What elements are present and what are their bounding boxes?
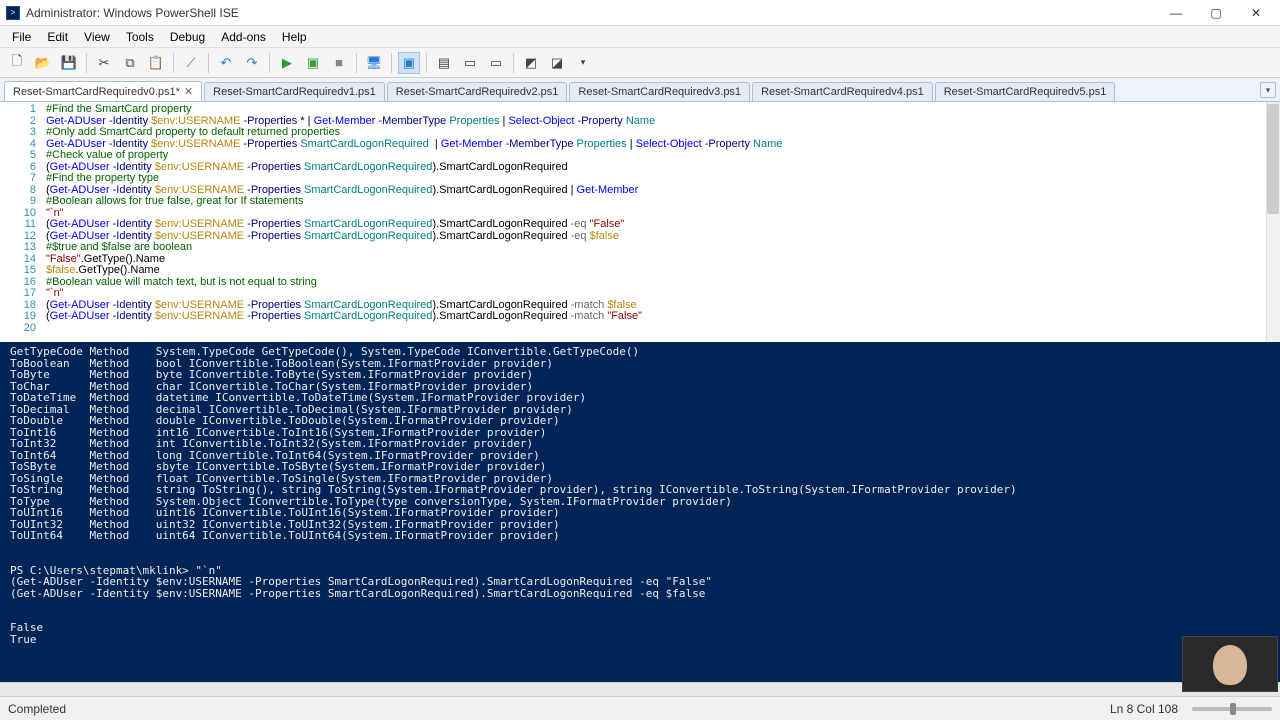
layout-both-icon[interactable]: ▤ — [433, 52, 455, 74]
layout-top-icon[interactable]: ▭ — [459, 52, 481, 74]
scrollbar-thumb[interactable] — [1267, 104, 1279, 214]
menu-debug[interactable]: Debug — [162, 28, 213, 46]
status-text: Completed — [8, 702, 66, 716]
copy-icon[interactable]: ⧉ — [119, 52, 141, 74]
tab-label: Reset-SmartCardRequiredv5.ps1 — [944, 86, 1107, 98]
tab-strip: Reset-SmartCardRequiredv0.ps1* ✕ Reset-Sm… — [0, 78, 1280, 102]
redo-icon[interactable]: ↷ — [241, 52, 263, 74]
command-addon-icon[interactable]: ◩ — [520, 52, 542, 74]
menu-tools[interactable]: Tools — [118, 28, 162, 46]
toolbar: 🗋 📂 💾 ✂ ⧉ 📋 ⟋ ↶ ↷ ▶ ▣ ■ 🖥 ▣ ▤ ▭ ▭ ◩ ◪ ▾ — [0, 48, 1280, 78]
open-icon[interactable]: 📂 — [32, 52, 54, 74]
undo-icon[interactable]: ↶ — [215, 52, 237, 74]
tab-expand-icon[interactable]: ▾ — [1260, 82, 1276, 98]
show-command-icon[interactable]: ◪ — [546, 52, 568, 74]
tab-v0[interactable]: Reset-SmartCardRequiredv0.ps1* ✕ — [4, 81, 202, 101]
tab-v3[interactable]: Reset-SmartCardRequiredv3.ps1 — [569, 82, 750, 101]
close-button[interactable]: ✕ — [1246, 6, 1266, 20]
run-icon[interactable]: ▶ — [276, 52, 298, 74]
line-number-gutter: 1234567891011121314151617181920 — [0, 102, 42, 342]
zoom-slider[interactable] — [1192, 707, 1272, 711]
editor-scrollbar[interactable] — [1266, 102, 1280, 342]
powershell-icon[interactable]: ▣ — [398, 52, 420, 74]
tab-v1[interactable]: Reset-SmartCardRequiredv1.ps1 — [204, 82, 385, 101]
tab-v2[interactable]: Reset-SmartCardRequiredv2.ps1 — [387, 82, 568, 101]
menu-file[interactable]: File — [4, 28, 39, 46]
tab-label: Reset-SmartCardRequiredv1.ps1 — [213, 86, 376, 98]
save-icon[interactable]: 💾 — [58, 52, 80, 74]
app-icon: > — [6, 6, 20, 20]
code-area[interactable]: #Find the SmartCard property Get-ADUser … — [42, 102, 1280, 342]
layout-bottom-icon[interactable]: ▭ — [485, 52, 507, 74]
menu-bar: File Edit View Tools Debug Add-ons Help — [0, 26, 1280, 48]
webcam-overlay — [1182, 636, 1278, 692]
remote-icon[interactable]: 🖥 — [363, 52, 385, 74]
console-h-scrollbar[interactable] — [0, 682, 1280, 696]
cut-icon[interactable]: ✂ — [93, 52, 115, 74]
minimize-button[interactable]: — — [1166, 6, 1186, 20]
menu-addons[interactable]: Add-ons — [213, 28, 274, 46]
window-controls: — ▢ ✕ — [1166, 6, 1274, 20]
stop-icon[interactable]: ■ — [328, 52, 350, 74]
console-pane[interactable]: GetTypeCode Method System.TypeCode GetTy… — [0, 342, 1280, 682]
clear-icon[interactable]: ⟋ — [180, 52, 202, 74]
tab-label: Reset-SmartCardRequiredv3.ps1 — [578, 86, 741, 98]
maximize-button[interactable]: ▢ — [1206, 6, 1226, 20]
menu-help[interactable]: Help — [274, 28, 315, 46]
zoom-thumb[interactable] — [1230, 703, 1236, 715]
menu-edit[interactable]: Edit — [39, 28, 76, 46]
tab-close-icon[interactable]: ✕ — [184, 86, 193, 98]
tab-v5[interactable]: Reset-SmartCardRequiredv5.ps1 — [935, 82, 1116, 101]
tab-label: Reset-SmartCardRequiredv4.ps1 — [761, 86, 924, 98]
new-icon[interactable]: 🗋 — [6, 52, 28, 74]
title-bar: > Administrator: Windows PowerShell ISE … — [0, 0, 1280, 26]
toolbar-overflow-icon[interactable]: ▾ — [572, 52, 594, 74]
tab-label: Reset-SmartCardRequiredv0.ps1* — [13, 86, 180, 98]
status-bar: Completed Ln 8 Col 108 — [0, 696, 1280, 720]
tab-label: Reset-SmartCardRequiredv2.ps1 — [396, 86, 559, 98]
script-editor[interactable]: 1234567891011121314151617181920 #Find th… — [0, 102, 1280, 342]
tab-v4[interactable]: Reset-SmartCardRequiredv4.ps1 — [752, 82, 933, 101]
run-selection-icon[interactable]: ▣ — [302, 52, 324, 74]
menu-view[interactable]: View — [76, 28, 118, 46]
window-title: Administrator: Windows PowerShell ISE — [26, 6, 239, 20]
paste-icon[interactable]: 📋 — [145, 52, 167, 74]
cursor-position: Ln 8 Col 108 — [1110, 702, 1178, 716]
